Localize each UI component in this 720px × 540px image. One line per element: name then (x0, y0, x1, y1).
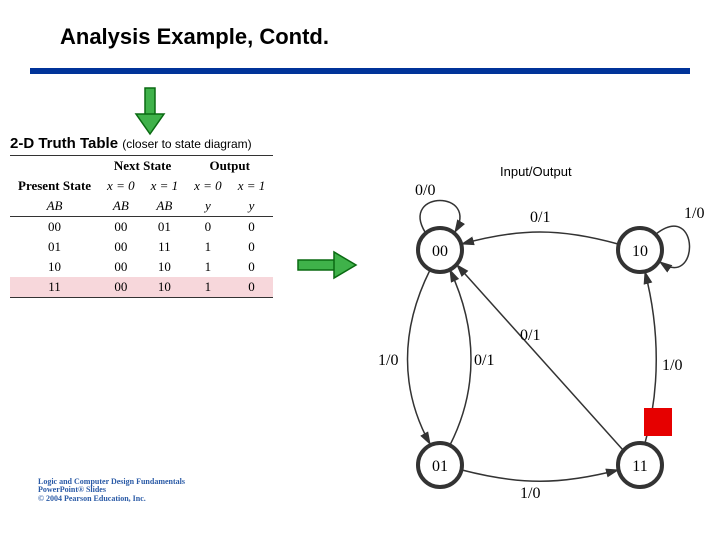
subtitle-main: 2-D Truth Table (10, 135, 118, 152)
cell: 1 (186, 237, 230, 257)
table-row: 10 00 10 1 0 (10, 257, 273, 277)
cell: 0 (230, 277, 274, 298)
edge-10-00: 0/1 (530, 209, 550, 226)
table-row: 01 00 11 1 0 (10, 237, 273, 257)
cell: 1 (186, 277, 230, 298)
copyright-l3: © 2004 Pearson Education, Inc. (38, 495, 185, 504)
slide-title: Analysis Example, Contd. (60, 24, 329, 50)
cell: 01 (143, 217, 187, 238)
th-x0b: x = 0 (186, 176, 230, 196)
cell: 00 (99, 237, 143, 257)
th-present: Present State (10, 156, 99, 197)
th-x0a: x = 0 (99, 176, 143, 196)
cell: 11 (10, 277, 99, 298)
edge-01-11: 1/0 (520, 485, 540, 502)
cell: 00 (99, 277, 143, 298)
arrow-down-icon (132, 86, 168, 136)
state-11-label: 11 (632, 458, 647, 475)
state-diagram: 00 10 01 11 0/0 1/0 0/1 1/0 0/1 1/0 0/1 … (360, 180, 720, 510)
cell: 0 (230, 237, 274, 257)
subtitle: 2-D Truth Table (closer to state diagram… (10, 135, 252, 152)
cell: 10 (10, 257, 99, 277)
io-label: Input/Output (500, 164, 572, 179)
cell: 0 (230, 257, 274, 277)
th-ab1: AB (99, 196, 143, 217)
cell: 00 (99, 217, 143, 238)
edge-00-01: 1/0 (378, 352, 398, 369)
cell: 1 (186, 257, 230, 277)
edge-10-loop: 1/0 (684, 205, 704, 222)
cell: 11 (143, 237, 187, 257)
state-01-label: 01 (432, 458, 448, 475)
th-output: Output (186, 156, 273, 177)
red-square-icon (644, 408, 672, 436)
table-row: 00 00 01 0 0 (10, 217, 273, 238)
th-x1b: x = 1 (230, 176, 274, 196)
truth-table: Present State Next State Output x = 0 x … (10, 155, 273, 298)
edge-11-00: 0/1 (520, 327, 540, 344)
th-y1: y (186, 196, 230, 217)
state-10-label: 10 (632, 243, 648, 260)
th-next: Next State (99, 156, 186, 177)
th-x1a: x = 1 (143, 176, 187, 196)
cell: 00 (99, 257, 143, 277)
cell: 01 (10, 237, 99, 257)
title-underline (30, 68, 690, 74)
cell: 00 (10, 217, 99, 238)
cell: 0 (186, 217, 230, 238)
th-y2: y (230, 196, 274, 217)
state-00-label: 00 (432, 243, 448, 260)
cell: 10 (143, 257, 187, 277)
arrow-right-icon (296, 250, 358, 280)
subtitle-note: (closer to state diagram) (122, 137, 251, 151)
edge-11-10: 1/0 (662, 357, 682, 374)
cell: 10 (143, 277, 187, 298)
th-ab: AB (10, 196, 99, 217)
cell: 0 (230, 217, 274, 238)
th-ab2: AB (143, 196, 187, 217)
edge-01-00: 0/1 (474, 352, 494, 369)
copyright: Logic and Computer Design Fundamentals P… (38, 478, 185, 504)
table-row-highlight: 11 00 10 1 0 (10, 277, 273, 298)
edge-00-loop: 0/0 (415, 182, 435, 199)
